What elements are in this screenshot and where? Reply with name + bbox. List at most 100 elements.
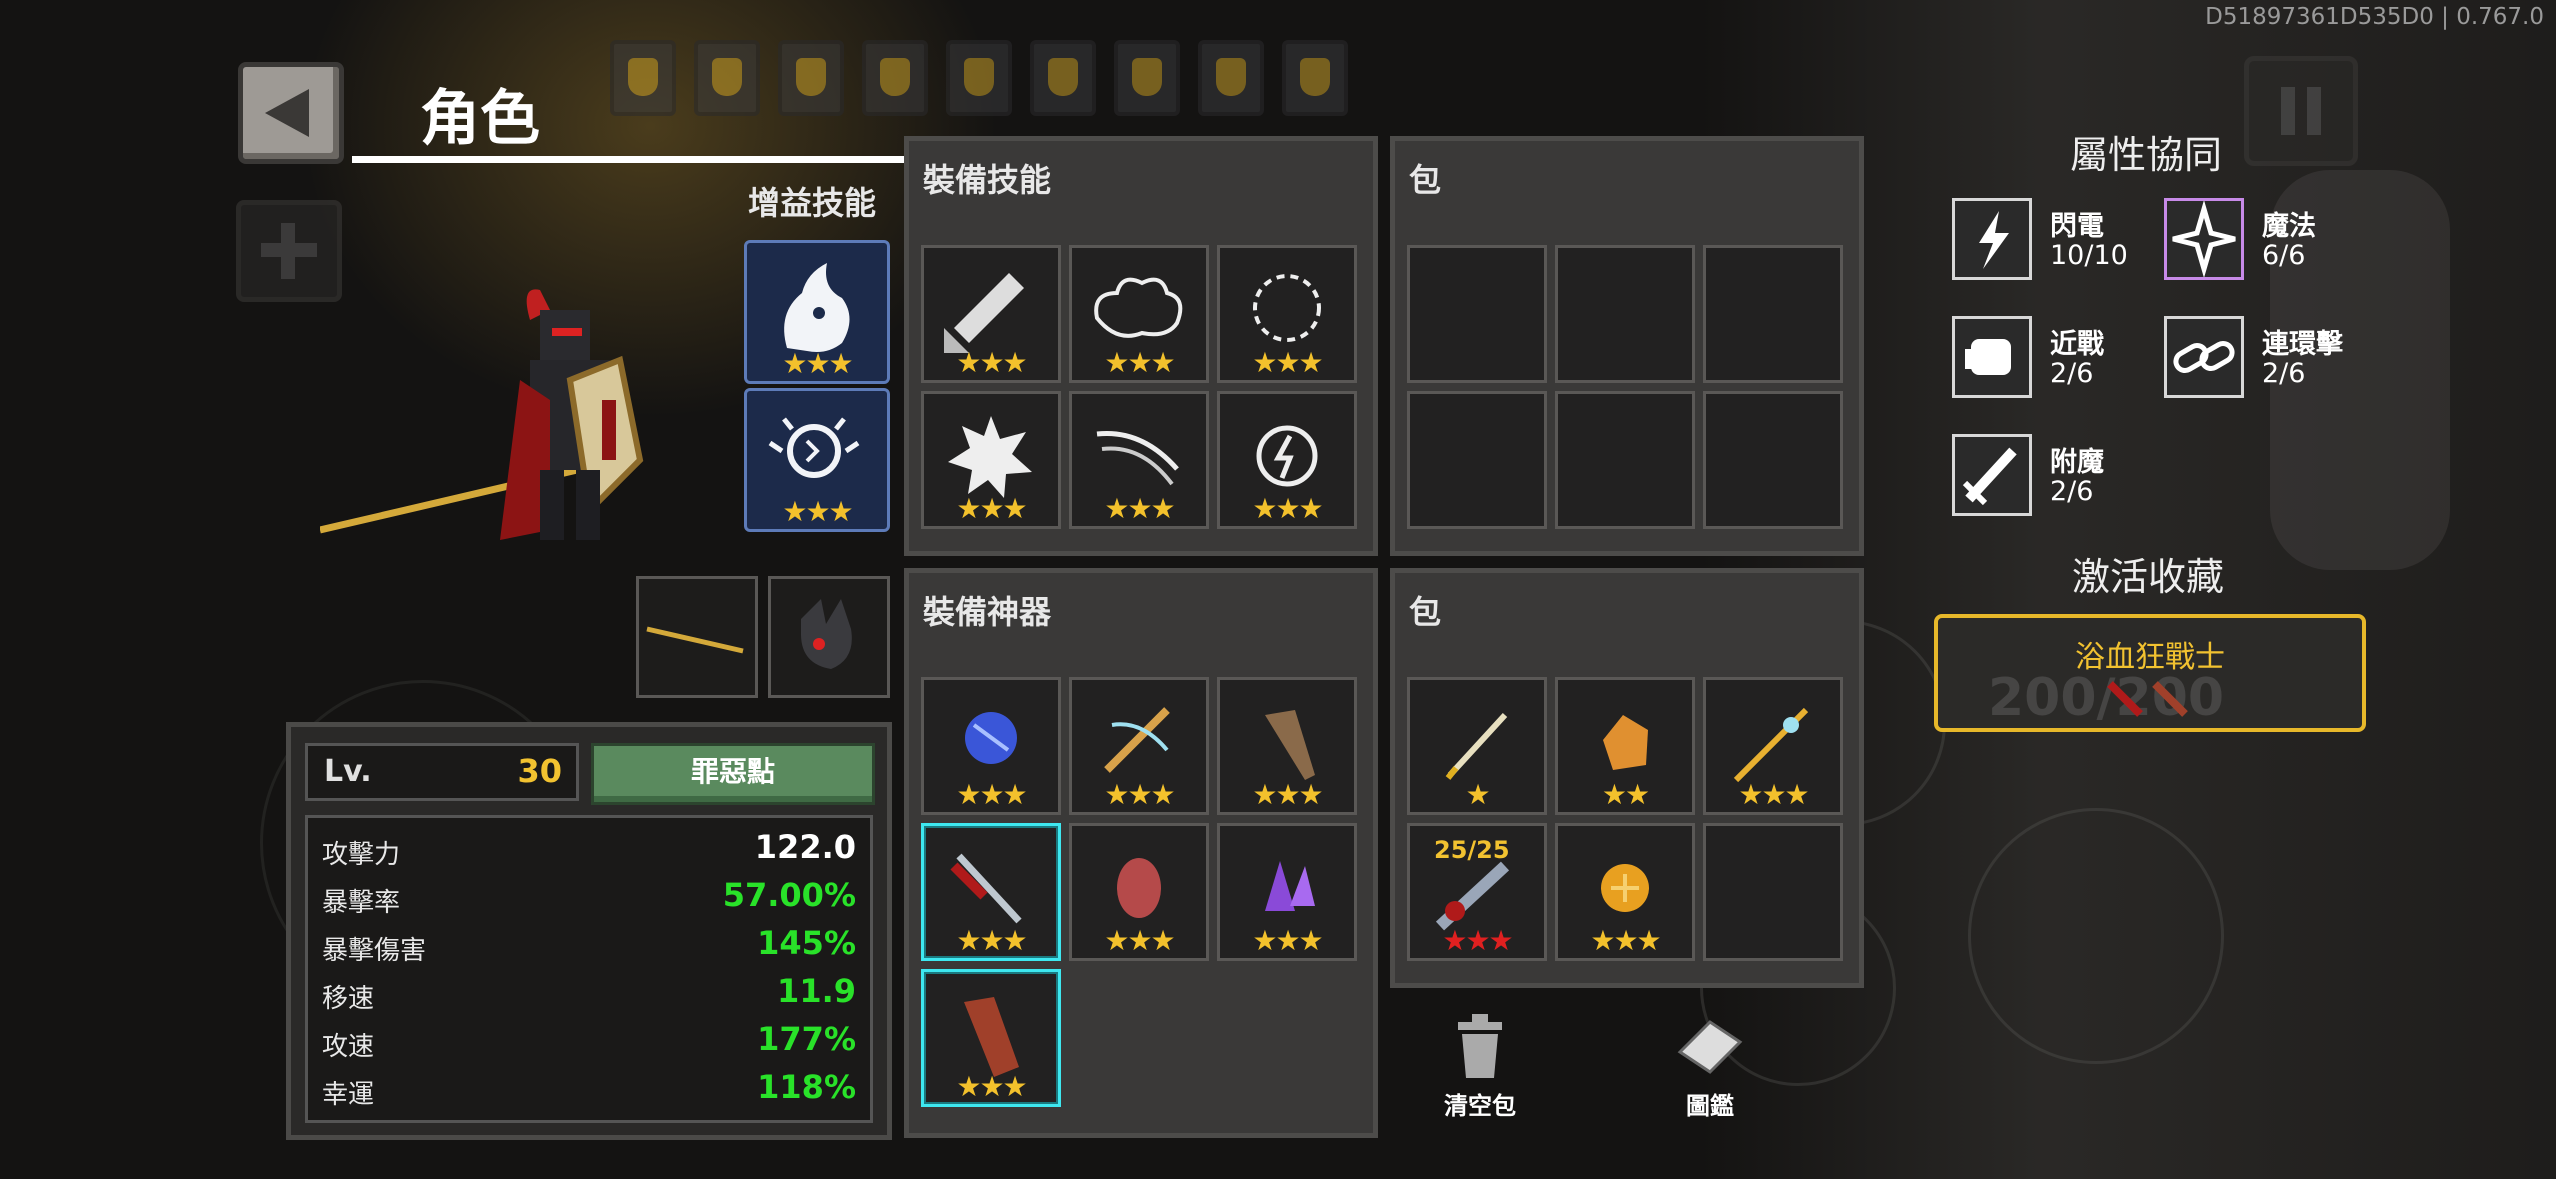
- top-slot: [946, 40, 1012, 116]
- star-rating: ★★★: [956, 492, 1027, 525]
- equip-artifacts-grid: ★★★ ★★★ ★★★ ★★★ ★★★ ★★★ ★★★: [921, 677, 1357, 1107]
- stat-row-attack: 攻擊力 122.0: [322, 826, 856, 870]
- star-rating: ★★★: [956, 778, 1027, 811]
- collection-items-icon: [2107, 681, 2188, 717]
- title-underline: [352, 156, 912, 163]
- codex-button[interactable]: 圖鑑: [1660, 1012, 1760, 1121]
- empty-bag-cell[interactable]: [1555, 391, 1695, 529]
- synergy-magic[interactable]: 魔法 6/6: [2164, 198, 2384, 288]
- top-slot: [1282, 40, 1348, 116]
- clear-bag-button[interactable]: 清空包: [1430, 1012, 1530, 1121]
- synergy-lightning[interactable]: 閃電 10/10: [1952, 198, 2172, 288]
- star-rating: ★★★: [956, 346, 1027, 379]
- synergy-enchant[interactable]: 附魔 2/6: [1952, 434, 2172, 524]
- bag-item-cell[interactable]: 25/25 ★★★: [1407, 823, 1547, 961]
- star-rating: ★: [1465, 778, 1490, 811]
- skill-cell[interactable]: ★★★: [921, 391, 1061, 529]
- synergy-count: 6/6: [2262, 240, 2306, 271]
- stat-value: 11.9: [777, 972, 856, 1010]
- top-slot: [1198, 40, 1264, 116]
- top-slot: [610, 40, 676, 116]
- page-title: 角色: [420, 84, 540, 154]
- artifact-cell[interactable]: ★★★: [1069, 823, 1209, 961]
- equipped-weapon-slot[interactable]: [636, 576, 758, 698]
- equip-skills-title: 裝備技能: [923, 161, 1052, 199]
- fist-icon: [1952, 316, 2032, 398]
- stat-value: 122.0: [754, 828, 856, 866]
- version-label: D51897361D535D0 | 0.767.0: [2205, 4, 2544, 30]
- skill-bag-grid: [1407, 245, 1843, 529]
- equip-skills-grid: ★★★ ★★★ ★★★ ★★★ ★★★ ★★★: [921, 245, 1357, 529]
- stat-row-attack-speed: 攻速 177%: [322, 1018, 856, 1062]
- bag-item-cell[interactable]: ★★: [1555, 677, 1695, 815]
- buff-skill-slot[interactable]: ★★★: [744, 240, 890, 384]
- synergy-count: 2/6: [2050, 476, 2094, 507]
- artifact-cell[interactable]: ★★★: [921, 677, 1061, 815]
- star-rating: ★★★: [1252, 346, 1323, 379]
- synergy-chain[interactable]: 連環擊 2/6: [2164, 316, 2384, 406]
- stat-row-move-speed: 移速 11.9: [322, 970, 856, 1014]
- star-rating: ★★★: [1104, 924, 1175, 957]
- buff-skill-slot[interactable]: ★★★: [744, 388, 890, 532]
- synergy-name: 閃電: [2050, 211, 2104, 242]
- skill-cell[interactable]: ★★★: [1069, 391, 1209, 529]
- empty-bag-cell[interactable]: [1407, 391, 1547, 529]
- empty-bag-cell[interactable]: [1555, 245, 1695, 383]
- level-value: 30: [517, 752, 562, 790]
- stat-name: 攻速: [322, 1032, 375, 1062]
- sin-points-button[interactable]: 罪惡點: [591, 743, 875, 805]
- stat-value: 57.00%: [722, 876, 856, 914]
- artifact-cell[interactable]: ★★★: [1217, 823, 1357, 961]
- artifact-cell[interactable]: ★★★: [1069, 677, 1209, 815]
- top-inventory-slots: [610, 40, 1348, 116]
- artifact-bag-grid: ★ ★★ ★★★ 25/25 ★★★ ★★★: [1407, 677, 1843, 961]
- bag-item-cell[interactable]: ★★★: [1555, 823, 1695, 961]
- skill-cell[interactable]: ★★★: [1217, 391, 1357, 529]
- stat-table: 攻擊力 122.0 暴擊率 57.00% 暴擊傷害 145% 移速 11.9 攻…: [305, 815, 873, 1123]
- back-button[interactable]: [238, 62, 344, 164]
- star-rating: ★★★: [1252, 492, 1323, 525]
- top-slot: [778, 40, 844, 116]
- synergy-name: 附魔: [2050, 447, 2104, 478]
- stat-row-crit-damage: 暴擊傷害 145%: [322, 922, 856, 966]
- bag-item-cell[interactable]: ★★★: [1703, 677, 1843, 815]
- star-rating: ★★★: [1104, 492, 1175, 525]
- collection-title: 激活收藏: [2072, 555, 2225, 599]
- collection-name: 浴血狂戰士: [2075, 640, 2225, 675]
- pause-button[interactable]: [2244, 56, 2358, 166]
- skill-bag-panel: 包: [1390, 136, 1864, 556]
- skill-cell[interactable]: ★★★: [1217, 245, 1357, 383]
- artifact-bag-title: 包: [1409, 593, 1442, 631]
- star-rating: ★★★: [1738, 778, 1809, 811]
- star-rating: ★★★: [1252, 778, 1323, 811]
- stat-name: 幸運: [322, 1080, 375, 1110]
- synergy-name: 連環擊: [2262, 329, 2343, 360]
- collection-card[interactable]: 200/200 浴血狂戰士: [1934, 614, 2366, 732]
- artifact-cell-selected[interactable]: ★★★: [921, 969, 1061, 1107]
- artifact-bag-panel: 包 ★ ★★ ★★★ 25/25 ★★★ ★★★: [1390, 568, 1864, 988]
- star-rating: ★★★: [1442, 924, 1513, 957]
- stat-name: 攻擊力: [322, 840, 401, 870]
- skill-cell[interactable]: ★★★: [1069, 245, 1209, 383]
- empty-bag-cell[interactable]: [1703, 391, 1843, 529]
- synergy-count: 2/6: [2050, 358, 2094, 389]
- empty-bag-cell[interactable]: [1407, 245, 1547, 383]
- artifact-cell[interactable]: ★★★: [1217, 677, 1357, 815]
- star-rating: ★★★: [1590, 924, 1661, 957]
- synergy-count: 10/10: [2050, 240, 2128, 271]
- star-rating: ★★★: [956, 924, 1027, 957]
- skill-cell[interactable]: ★★★: [921, 245, 1061, 383]
- golden-spear-icon: [646, 626, 744, 654]
- equipped-pet-slot[interactable]: [768, 576, 890, 698]
- chain-icon: [2164, 316, 2244, 398]
- empty-bag-cell[interactable]: [1703, 245, 1843, 383]
- stat-name: 移速: [322, 984, 375, 1014]
- bag-item-cell[interactable]: ★: [1407, 677, 1547, 815]
- stat-row-luck: 幸運 118%: [322, 1066, 856, 1110]
- equip-artifacts-panel: 裝備神器 ★★★ ★★★ ★★★ ★★★ ★★★ ★★★ ★★★: [904, 568, 1378, 1138]
- artifact-cell-selected[interactable]: ★★★: [921, 823, 1061, 961]
- synergy-melee[interactable]: 近戰 2/6: [1952, 316, 2172, 406]
- empty-bag-cell[interactable]: [1703, 823, 1843, 961]
- clear-bag-label: 清空包: [1444, 1092, 1516, 1120]
- equip-artifacts-title: 裝備神器: [923, 593, 1052, 631]
